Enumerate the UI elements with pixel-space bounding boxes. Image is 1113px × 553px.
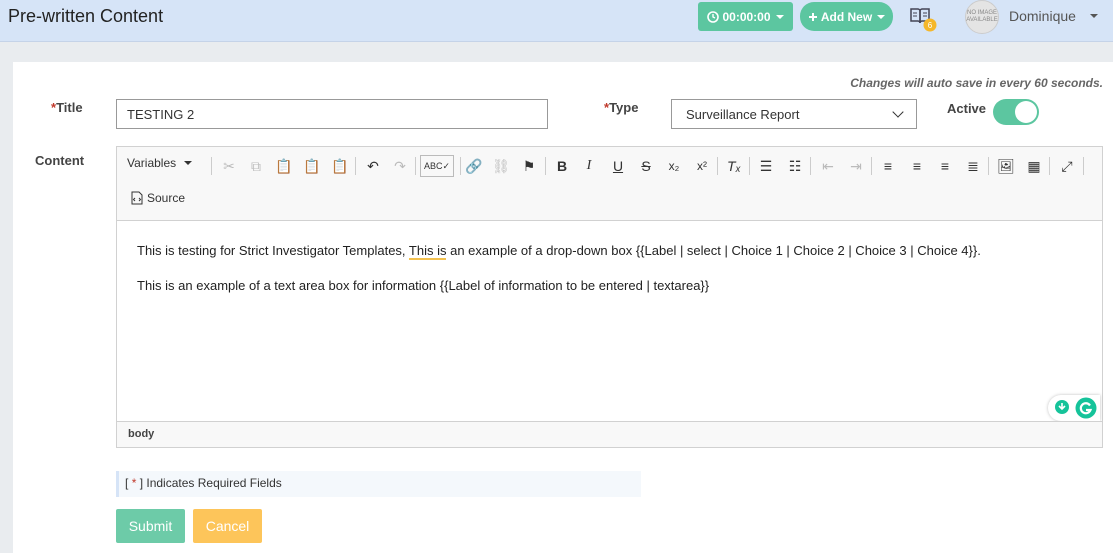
- required-star: *: [131, 476, 137, 490]
- source-button[interactable]: Source: [131, 191, 185, 205]
- content-paragraph: This is testing for Strict Investigator …: [137, 243, 981, 260]
- paste-word-icon[interactable]: 📋: [329, 155, 351, 177]
- page-title: Pre-written Content: [8, 6, 164, 26]
- type-label: *Type: [604, 100, 639, 115]
- add-new-button[interactable]: Add New: [800, 2, 893, 31]
- clock-icon: [707, 10, 720, 23]
- title-label: *Title: [51, 100, 83, 115]
- autosave-note: Changes will auto save in every 60 secon…: [850, 76, 1103, 90]
- top-header: Pre-written Content 00:00:00 Add New 6 N…: [0, 0, 1113, 42]
- toolbar-divider: [545, 157, 546, 175]
- link-icon[interactable]: 🔗: [463, 155, 485, 177]
- align-left-icon[interactable]: ≡: [877, 155, 899, 177]
- toolbar-divider: [1083, 157, 1084, 175]
- variables-dropdown[interactable]: Variables: [127, 156, 193, 170]
- required-fields-note: [ * ] Indicates Required Fields: [116, 471, 641, 497]
- chevron-down-icon: [877, 14, 886, 19]
- active-toggle[interactable]: [993, 99, 1039, 125]
- content-paragraph: This is an example of a text area box fo…: [137, 278, 710, 293]
- underline-icon[interactable]: U: [607, 155, 629, 177]
- plus-icon: [808, 12, 817, 21]
- paste-icon[interactable]: 📋: [273, 155, 295, 177]
- align-right-icon[interactable]: ≡: [934, 155, 956, 177]
- redo-icon[interactable]: ↷: [389, 155, 411, 177]
- italic-icon[interactable]: I: [578, 155, 600, 177]
- content-label: Content: [35, 153, 85, 168]
- toolbar-divider: [1049, 157, 1050, 175]
- grammarly-widget[interactable]: [1048, 395, 1100, 421]
- spelling-suggestion[interactable]: This is: [408, 243, 447, 260]
- toolbar-divider: [211, 157, 212, 175]
- spellcheck-icon[interactable]: ABC✓: [420, 155, 454, 177]
- align-center-icon[interactable]: ≡: [906, 155, 928, 177]
- notification-badge: 6: [923, 18, 937, 32]
- editor-status-path: body: [117, 421, 1102, 447]
- superscript-icon[interactable]: x²: [691, 155, 713, 177]
- timer-label: 00:00:00: [722, 9, 771, 24]
- chevron-down-icon: [892, 106, 904, 118]
- source-icon: [131, 191, 143, 205]
- image-icon[interactable]: 🖼: [995, 155, 1017, 177]
- toolbar-divider: [810, 157, 811, 175]
- undo-icon[interactable]: ↶: [362, 155, 384, 177]
- unlink-icon[interactable]: ⛓: [490, 155, 512, 177]
- user-menu-name[interactable]: Dominique: [1009, 8, 1076, 24]
- toolbar-divider: [460, 157, 461, 175]
- rich-text-editor: Variables ✂ ⧉ 📋 📋 📋 ↶ ↷ ABC✓ 🔗 ⛓ ⚑ B I U…: [116, 146, 1103, 448]
- svg-text:6: 6: [928, 21, 933, 30]
- chevron-down-icon: [775, 14, 784, 19]
- numbered-list-icon[interactable]: ☰: [755, 155, 777, 177]
- title-input[interactable]: TESTING 2: [116, 99, 548, 129]
- knowledge-base-button[interactable]: 6: [909, 6, 939, 32]
- copy-icon[interactable]: ⧉: [245, 155, 267, 177]
- variables-label: Variables: [127, 156, 177, 170]
- timer-button[interactable]: 00:00:00: [698, 2, 793, 31]
- strikethrough-icon[interactable]: S: [635, 155, 657, 177]
- chevron-down-icon[interactable]: [1090, 14, 1098, 18]
- editor-toolbar: Variables ✂ ⧉ 📋 📋 📋 ↶ ↷ ABC✓ 🔗 ⛓ ⚑ B I U…: [117, 147, 1102, 221]
- avatar[interactable]: NO IMAGE AVAILABLE: [965, 0, 999, 34]
- toolbar-divider: [717, 157, 718, 175]
- toolbar-divider: [988, 157, 989, 175]
- bold-icon[interactable]: B: [551, 155, 573, 177]
- toolbar-divider: [871, 157, 872, 175]
- toolbar-divider: [355, 157, 356, 175]
- source-label: Source: [147, 191, 186, 205]
- indent-icon[interactable]: ⇥: [845, 155, 867, 177]
- anchor-flag-icon[interactable]: ⚑: [518, 155, 540, 177]
- maximize-icon[interactable]: ⤢: [1056, 155, 1078, 177]
- cancel-button[interactable]: Cancel: [193, 509, 262, 543]
- toggle-knob: [1015, 101, 1037, 123]
- type-select-value: Surveillance Report: [686, 106, 800, 122]
- grammarly-icon: [1075, 397, 1097, 419]
- bulleted-list-icon[interactable]: ☷: [784, 155, 806, 177]
- add-new-label: Add New: [820, 9, 873, 24]
- type-select[interactable]: Surveillance Report: [671, 99, 917, 129]
- outdent-icon[interactable]: ⇤: [817, 155, 839, 177]
- cut-icon[interactable]: ✂: [218, 155, 240, 177]
- table-icon[interactable]: ▦: [1023, 155, 1045, 177]
- subscript-icon[interactable]: x₂: [663, 155, 685, 177]
- lightbulb-icon: [1055, 400, 1069, 414]
- toolbar-divider: [415, 157, 416, 175]
- form-card: Changes will auto save in every 60 secon…: [13, 62, 1113, 553]
- editor-content[interactable]: This is testing for Strict Investigator …: [117, 221, 1102, 421]
- toolbar-divider: [749, 157, 750, 175]
- remove-format-icon[interactable]: Tₓ: [723, 155, 745, 177]
- justify-icon[interactable]: ≣: [962, 155, 984, 177]
- chevron-down-icon: [184, 161, 193, 165]
- active-label: Active: [947, 101, 987, 116]
- paste-text-icon[interactable]: 📋: [301, 155, 323, 177]
- submit-button[interactable]: Submit: [116, 509, 185, 543]
